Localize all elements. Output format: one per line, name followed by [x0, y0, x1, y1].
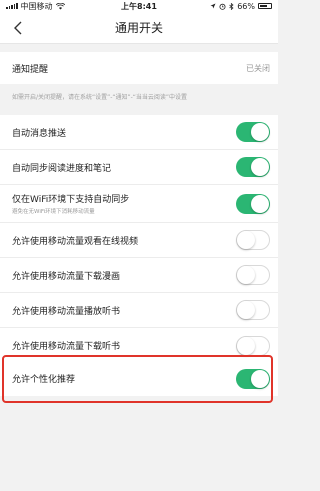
- toggle-knob: [251, 194, 269, 213]
- toggle-knob: [237, 336, 255, 355]
- setting-row-mobile-audio-download: 允许使用移动流量下载听书: [0, 328, 278, 363]
- location-icon: [210, 3, 216, 9]
- setting-label: 允许使用移动流量下载听书: [12, 342, 121, 352]
- setting-label: 允许使用移动流量播放听书: [12, 306, 121, 317]
- setting-subtext: 避免在无WiFi环境下消耗移动流量: [12, 209, 95, 215]
- auto-sync-toggle[interactable]: [236, 157, 270, 177]
- setting-row-mobile-comics: 允许使用移动流量下载漫画: [0, 258, 278, 293]
- setting-row-auto-push: 自动消息推送: [0, 115, 278, 150]
- setting-label: 仅在WiFi环境下支持自动同步: [12, 195, 130, 205]
- setting-row-wifi-only-sync: 仅在WiFi环境下支持自动同步 避免在无WiFi环境下消耗移动流量: [0, 185, 278, 223]
- setting-label: 允许使用移动流量下载漫画: [12, 271, 121, 282]
- settings-list: 自动消息推送 自动同步阅读进度和笔记 仅在WiFi环境下支持自动同步 避免在无W…: [0, 115, 278, 363]
- bluetooth-icon: [229, 2, 234, 10]
- nav-bar: 通用开关: [0, 12, 278, 44]
- notification-hint: 如需开启/关闭提醒，请在系统“设置”-“通知”-“当当云阅读”中设置: [12, 94, 188, 101]
- mobile-video-toggle[interactable]: [236, 230, 270, 250]
- alarm-icon: [219, 3, 226, 10]
- status-bar: 中国移动 上午8:41 66%: [0, 0, 278, 12]
- setting-label: 自动消息推送: [12, 128, 67, 139]
- carrier-name: 中国移动: [20, 1, 53, 11]
- notification-status: 已关闭: [246, 63, 270, 73]
- toggle-knob: [251, 123, 269, 141]
- toggle-knob: [237, 301, 255, 319]
- personalized-toggle[interactable]: [236, 368, 270, 389]
- notification-label: 通知提醒: [12, 64, 49, 75]
- setting-label: 自动同步阅读进度和笔记: [12, 163, 112, 174]
- auto-push-toggle[interactable]: [236, 122, 270, 142]
- notification-section: 通知提醒 已关闭: [0, 52, 278, 84]
- wifi-only-sync-toggle[interactable]: [236, 193, 270, 214]
- mobile-audio-play-toggle[interactable]: [236, 300, 270, 320]
- wifi-icon: [55, 2, 65, 9]
- setting-row-mobile-video: 允许使用移动流量观看在线视频: [0, 223, 278, 258]
- battery-icon: [258, 3, 272, 9]
- personalized-section: 允许个性化推荐: [0, 361, 278, 396]
- toggle-knob: [251, 158, 269, 176]
- setting-row-mobile-audio-play: 允许使用移动流量播放听书: [0, 293, 278, 328]
- setting-row-personalized: 允许个性化推荐: [0, 361, 278, 396]
- page-title: 通用开关: [114, 21, 163, 35]
- setting-label: 允许个性化推荐: [12, 375, 76, 385]
- mobile-audio-download-toggle[interactable]: [236, 335, 270, 356]
- setting-text: 仅在WiFi环境下支持自动同步 避免在无WiFi环境下消耗移动流量: [12, 192, 129, 215]
- notification-row[interactable]: 通知提醒 已关闭: [0, 52, 278, 84]
- back-button[interactable]: [8, 18, 28, 38]
- chevron-left-icon: [14, 21, 22, 35]
- setting-label: 允许使用移动流量观看在线视频: [12, 236, 139, 247]
- toggle-knob: [237, 231, 255, 249]
- status-left: 中国移动: [6, 1, 65, 12]
- mobile-comics-toggle[interactable]: [236, 265, 270, 285]
- battery-percent: 66%: [237, 1, 255, 11]
- status-right: 66%: [210, 2, 272, 11]
- setting-row-auto-sync: 自动同步阅读进度和笔记: [0, 150, 278, 185]
- toggle-knob: [251, 369, 269, 388]
- toggle-knob: [237, 266, 255, 284]
- cellular-signal-icon: [6, 3, 18, 9]
